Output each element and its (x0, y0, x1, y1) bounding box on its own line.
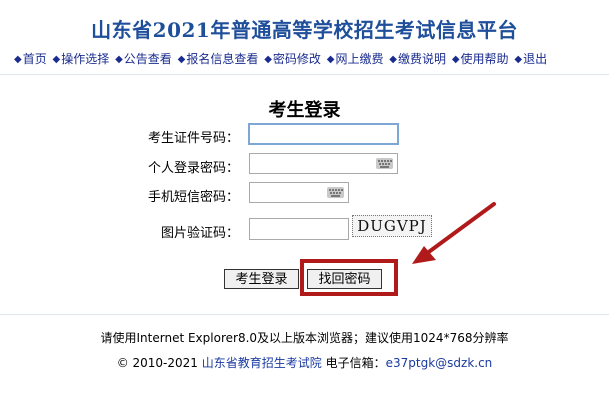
nav-link[interactable]: 缴费说明 (398, 52, 446, 66)
bullet-icon: ◆ (264, 54, 272, 65)
sms-password-label: 手机短信密码： (147, 190, 239, 205)
bullet-icon: ◆ (115, 54, 123, 65)
nav-link[interactable]: 退出 (523, 52, 547, 66)
copyright-text: © 2010-2021 (116, 356, 198, 370)
nav-item-registration-info[interactable]: ◆报名信息查看 (178, 50, 259, 67)
nav-item-payment-info[interactable]: ◆缴费说明 (389, 50, 446, 67)
nav-link[interactable]: 密码修改 (273, 52, 321, 66)
nav-link[interactable]: 操作选择 (61, 52, 109, 66)
login-title: 考生登录 (268, 100, 341, 121)
bullet-icon: ◆ (326, 54, 335, 65)
nav-link[interactable]: 首页 (23, 52, 47, 66)
bullet-icon: ◆ (389, 54, 397, 65)
bullet-icon: ◆ (514, 54, 523, 65)
annotation-arrow-icon (412, 202, 496, 264)
copyright-line: © 2010-2021 山东省教育招生考试院 电子信箱：e37ptgk@sdzk… (0, 354, 609, 371)
password-input[interactable] (249, 153, 398, 174)
sms-password-input[interactable] (249, 182, 349, 203)
password-label: 个人登录密码： (147, 161, 239, 176)
site-title: 山东省2021年普通高等学校招生考试信息平台 (91, 18, 518, 42)
keyboard-icon[interactable] (376, 158, 393, 169)
nav-item-help[interactable]: ◆使用帮助 (452, 50, 509, 67)
site-header: 山东省2021年普通高等学校招生考试信息平台 ◆首页 ◆操作选择 ◆公告查看 ◆… (0, 0, 609, 75)
nav-item-online-payment[interactable]: ◆网上缴费 (327, 50, 384, 67)
nav-link[interactable]: 使用帮助 (461, 52, 509, 66)
captcha-label: 图片验证码： (160, 226, 239, 241)
nav-item-change-password[interactable]: ◆密码修改 (264, 50, 321, 67)
captcha-input[interactable] (249, 218, 349, 240)
footer: 请使用Internet Explorer8.0及以上版本浏览器；建议使用1024… (0, 314, 609, 370)
email-link[interactable]: e37ptgk@sdzk.cn (386, 356, 493, 370)
id-number-input[interactable] (248, 123, 399, 145)
nav-link[interactable]: 报名信息查看 (186, 52, 258, 66)
nav-bar: ◆首页 ◆操作选择 ◆公告查看 ◆报名信息查看 ◆密码修改 ◆网上缴费 ◆缴费说… (14, 50, 609, 68)
email-label: 电子信箱： (325, 356, 386, 370)
nav-item-home[interactable]: ◆首页 (14, 50, 47, 67)
bullet-icon: ◆ (177, 54, 186, 65)
nav-item-announcements[interactable]: ◆公告查看 (115, 50, 172, 67)
keyboard-icon[interactable] (327, 187, 344, 198)
id-number-label: 考生证件号码： (147, 131, 239, 146)
nav-item-operation-select[interactable]: ◆操作选择 (53, 50, 110, 67)
org-link[interactable]: 山东省教育招生考试院 (202, 356, 322, 370)
annotation-highlight-box (300, 259, 398, 296)
browser-note: 请使用Internet Explorer8.0及以上版本浏览器；建议使用1024… (100, 331, 509, 345)
nav-link[interactable]: 网上缴费 (335, 52, 383, 66)
nav-item-logout[interactable]: ◆退出 (514, 50, 547, 67)
nav-link[interactable]: 公告查看 (124, 52, 172, 66)
bullet-icon: ◆ (14, 54, 22, 65)
bullet-icon: ◆ (451, 54, 460, 65)
bullet-icon: ◆ (52, 54, 61, 65)
login-button[interactable]: 考生登录 (224, 269, 299, 289)
